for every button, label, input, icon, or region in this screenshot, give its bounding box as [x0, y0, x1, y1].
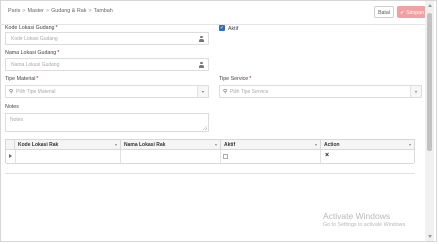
user-icon — [199, 36, 204, 42]
aktif-checkbox[interactable]: ✓ — [219, 25, 225, 31]
required-marker: * — [55, 25, 58, 31]
breadcrumb-separator-icon: > — [88, 8, 92, 14]
cell-kode-lokasi-rak[interactable] — [15, 150, 121, 163]
column-header-kode-lokasi-rak[interactable]: Kode Lokasi Rak — [15, 140, 121, 149]
breadcrumb-item-gudang-rak[interactable]: Gudang & Rak — [51, 8, 86, 14]
column-header-action[interactable]: Action — [321, 140, 414, 149]
breadcrumb-item-tambah: Tambah — [93, 8, 113, 14]
tipe-material-placeholder: Pilih Tipe Material — [16, 89, 56, 95]
kode-lokasi-gudang-label: Kode Lokasi Gudang* — [5, 25, 58, 31]
row-divider — [6, 163, 414, 164]
tipe-service-select[interactable]: ⚲ Pilih Tipe Service — [219, 85, 422, 98]
breadcrumb: Paris > Master > Gudang & Rak > Tambah — [8, 8, 113, 14]
cell-nama-lokasi-rak[interactable] — [121, 150, 221, 163]
chevron-down-icon[interactable] — [197, 86, 208, 97]
chevron-down-icon[interactable] — [115, 143, 117, 146]
breadcrumb-item-paris[interactable]: Paris — [8, 8, 20, 14]
breadcrumb-separator-icon: > — [22, 8, 26, 14]
resize-handle-icon[interactable] — [203, 126, 207, 130]
tipe-service-label-text: Tipe Service — [219, 76, 249, 82]
scroll-thumb[interactable] — [427, 13, 432, 151]
simpan-button[interactable]: ✔ Simpan — [397, 6, 427, 18]
column-header-label: Action — [324, 141, 340, 148]
aktif-label: Aktif — [228, 25, 239, 32]
grid-header: Kode Lokasi Rak Nama Lokasi Rak Aktif Ac… — [6, 140, 414, 150]
watermark-subtitle: Go to Settings to activate Windows. — [323, 222, 407, 228]
notes-textarea[interactable]: Notes — [5, 113, 209, 132]
user-icon — [199, 62, 204, 68]
search-icon: ⚲ — [223, 89, 228, 95]
save-icon: ✔ — [400, 10, 405, 16]
kode-lokasi-gudang-placeholder: Kode Lokasi Gudang — [11, 36, 58, 42]
column-header-nama-lokasi-rak[interactable]: Nama Lokasi Rak — [121, 140, 221, 149]
search-icon: ⚲ — [9, 89, 14, 95]
kode-lokasi-gudang-label-text: Kode Lokasi Gudang — [5, 25, 55, 31]
nama-lokasi-gudang-label-text: Nama Lokasi Gudang — [5, 50, 57, 56]
column-header-label: Kode Lokasi Rak — [18, 141, 59, 148]
chevron-down-icon[interactable] — [215, 143, 217, 146]
tipe-material-label: Tipe Material* — [5, 76, 38, 82]
tipe-service-placeholder: Pilih Tipe Service — [230, 89, 269, 95]
grid-header-selector — [6, 140, 15, 149]
simpan-label: Simpan — [406, 10, 424, 16]
kode-lokasi-gudang-input[interactable]: Kode Lokasi Gudang — [5, 32, 209, 45]
rak-grid: Kode Lokasi Rak Nama Lokasi Rak Aktif Ac… — [5, 139, 415, 164]
cell-aktif — [221, 150, 321, 163]
notes-placeholder: Notes — [10, 117, 24, 123]
notes-label: Notes — [5, 104, 19, 110]
breadcrumb-item-master[interactable]: Master — [27, 8, 43, 14]
tipe-service-label: Tipe Service* — [219, 76, 251, 82]
column-header-label: Aktif — [224, 141, 236, 148]
required-marker: * — [57, 50, 60, 56]
cell-action: × — [321, 150, 414, 163]
nama-lokasi-gudang-placeholder: Nama Lokasi Gudang — [11, 62, 60, 68]
top-toolbar: Paris > Master > Gudang & Rak > Tambah Batal ✔… — [0, 0, 427, 25]
column-header-label: Nama Lokasi Rak — [124, 141, 166, 148]
required-marker: * — [249, 76, 252, 82]
nama-lokasi-gudang-label: Nama Lokasi Gudang* — [5, 50, 59, 56]
batal-button[interactable]: Batal — [374, 6, 394, 18]
check-icon: ✓ — [219, 25, 225, 31]
required-marker: * — [36, 76, 39, 82]
scroll-down-icon[interactable] — [427, 235, 432, 238]
tipe-material-select[interactable]: ⚲ Pilih Tipe Material — [5, 85, 209, 98]
breadcrumb-separator-icon: > — [45, 8, 50, 14]
aktif-row-checkbox[interactable] — [223, 154, 228, 159]
watermark-title: Activate Windows — [323, 211, 391, 221]
tipe-material-label-text: Tipe Material — [5, 76, 36, 82]
chevron-down-icon[interactable] — [409, 143, 411, 146]
scroll-up-icon[interactable] — [427, 4, 432, 7]
chevron-down-icon[interactable] — [410, 86, 421, 97]
nama-lokasi-gudang-input[interactable]: Nama Lokasi Gudang — [5, 58, 209, 71]
chevron-down-icon[interactable] — [315, 143, 317, 146]
vertical-scrollbar[interactable] — [425, 1, 434, 241]
activate-windows-watermark: Activate Windows Go to Settings to activ… — [323, 211, 407, 228]
column-header-aktif[interactable]: Aktif — [221, 140, 321, 149]
close-icon[interactable]: × — [325, 152, 329, 159]
grid-divider — [5, 173, 415, 174]
